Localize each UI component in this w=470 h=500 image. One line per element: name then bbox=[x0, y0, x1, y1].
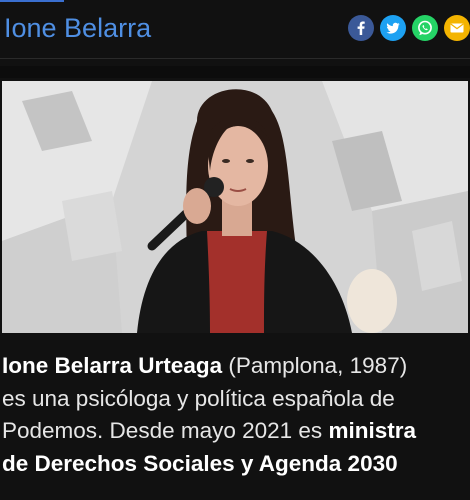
portrait-photo bbox=[2, 81, 468, 333]
twitter-share-button[interactable] bbox=[380, 15, 406, 41]
twitter-icon bbox=[386, 22, 400, 34]
page-title: Ione Belarra bbox=[4, 13, 152, 43]
header: Ione Belarra bbox=[0, 2, 470, 59]
bio-ministry: de Derechos Sociales y Agenda 2030 bbox=[2, 450, 398, 476]
bio-name: Ione Belarra Urteaga bbox=[2, 353, 223, 378]
email-icon bbox=[450, 23, 464, 33]
bio-paragraph: Ione Belarra Urteaga (Pamplona, 1987) es … bbox=[2, 350, 470, 480]
facebook-share-button[interactable] bbox=[348, 15, 374, 41]
facebook-icon bbox=[357, 21, 365, 35]
whatsapp-share-button[interactable] bbox=[412, 15, 438, 41]
email-share-button[interactable] bbox=[444, 15, 470, 41]
share-bar bbox=[348, 15, 470, 45]
bio-birth: (Pamplona, 1987) bbox=[222, 353, 408, 378]
page: Ione Belarra Ione Belarra Urteaga (Pampl… bbox=[0, 0, 470, 500]
whatsapp-icon bbox=[418, 20, 432, 36]
separator-band bbox=[0, 66, 470, 78]
bio-line-2: es una psicóloga y política española de bbox=[2, 385, 395, 411]
bio-ministra: ministra bbox=[328, 418, 416, 443]
bio-line-3: Podemos. Desde mayo 2021 es bbox=[2, 418, 329, 443]
